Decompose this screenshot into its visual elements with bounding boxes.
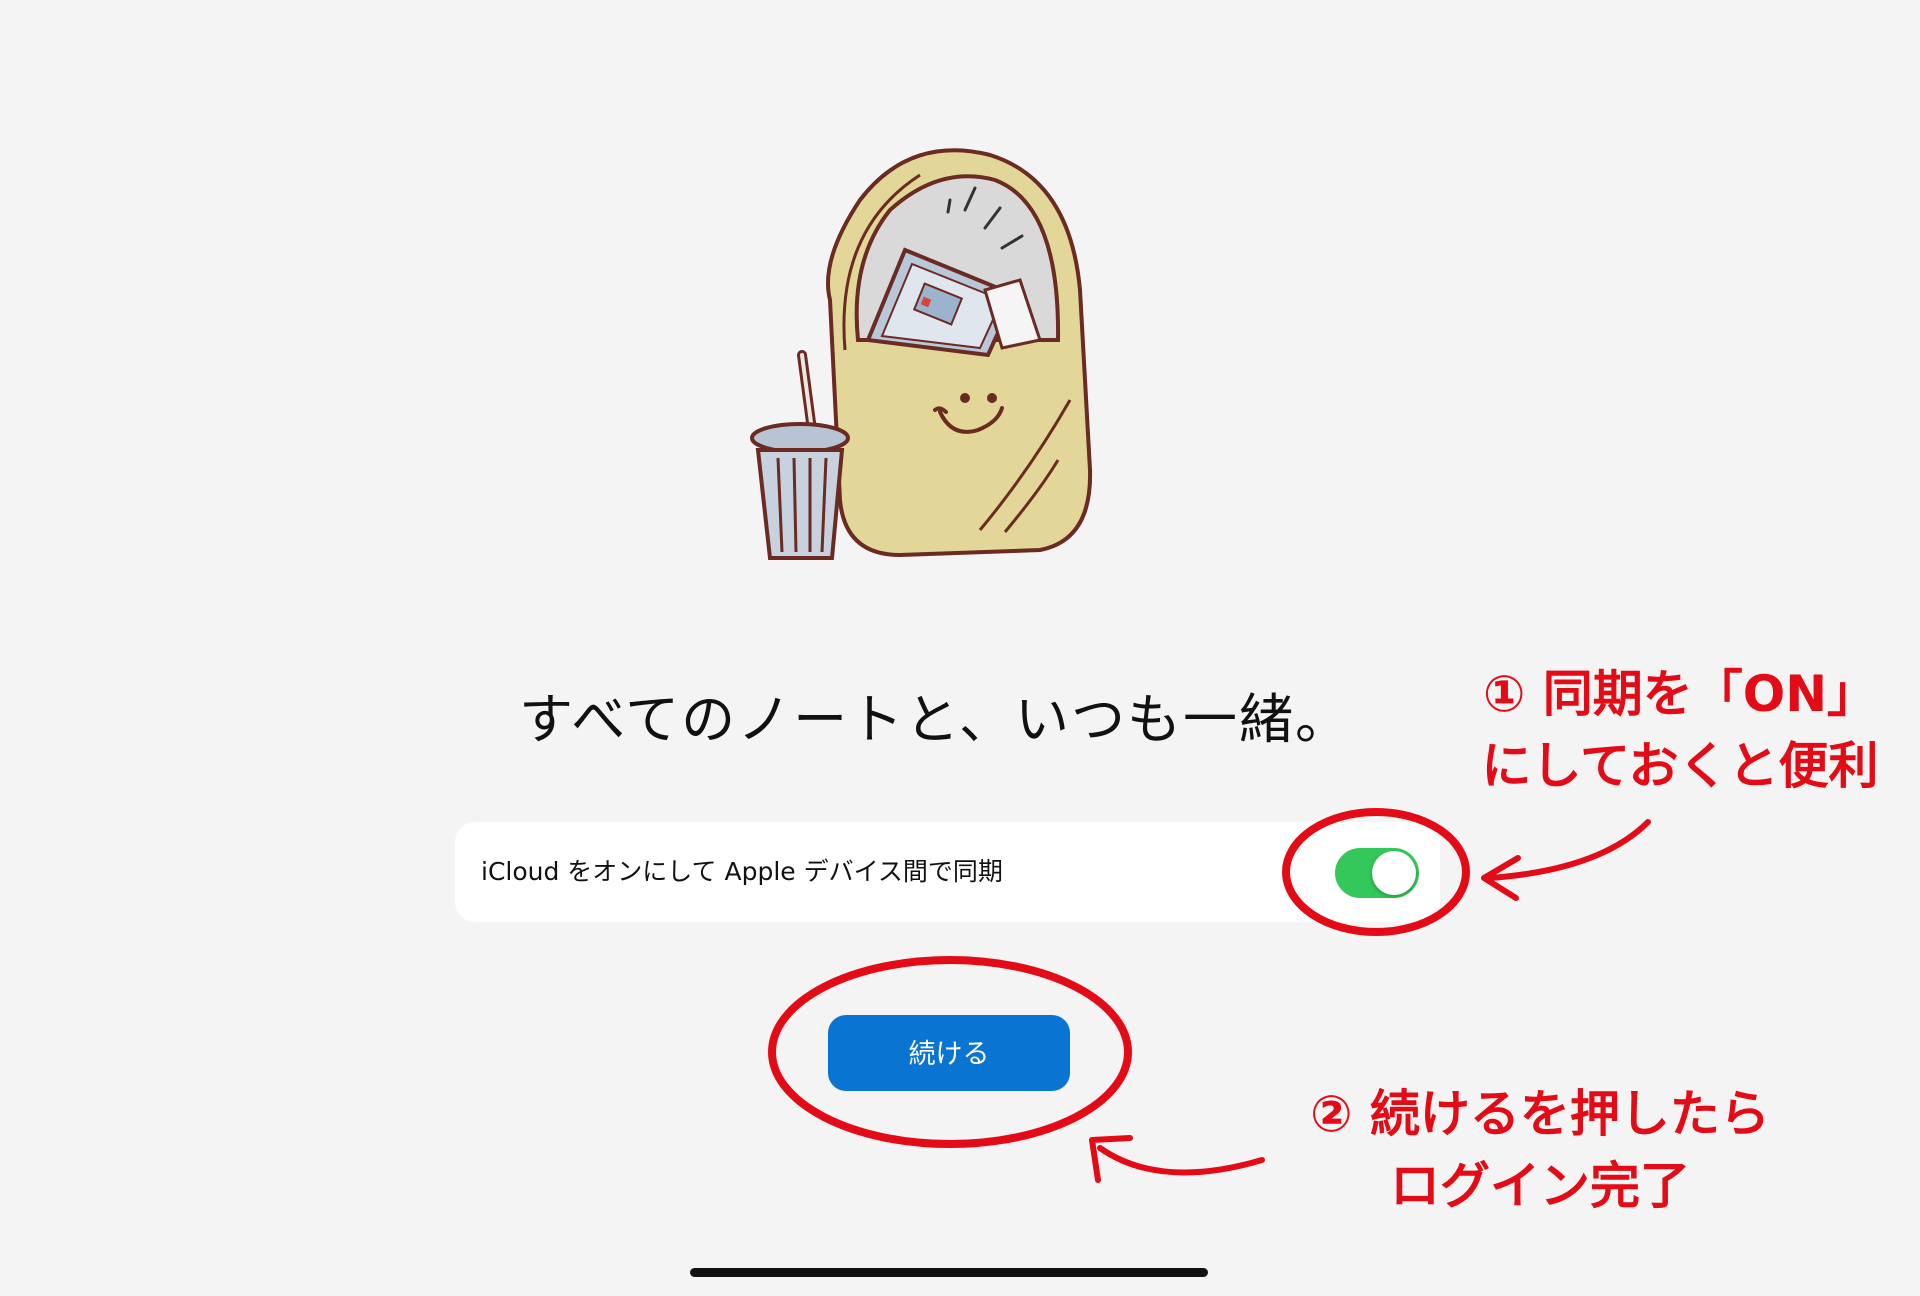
annotation-note-1: ① 同期を「ON」 にしておくと便利 — [1480, 658, 1880, 802]
continue-button[interactable]: 続ける — [828, 1015, 1070, 1091]
tote-bag-illustration — [750, 148, 1093, 560]
icloud-sync-toggle[interactable] — [1335, 848, 1419, 898]
onboarding-screen: すべてのノートと、いつも一緒。 iCloud をオンにして Apple デバイス… — [0, 0, 1920, 1296]
annotation-note-2-line-1: ② 続けるを押したら — [1310, 1085, 1770, 1143]
toggle-knob — [1372, 851, 1416, 895]
annotation-note-2: ② 続けるを押したら ログイン完了 — [1270, 1078, 1810, 1222]
annotation-note-1-line-1: ① 同期を「ON」 — [1482, 665, 1878, 723]
annotation-note-1-line-2: にしておくと便利 — [1481, 737, 1879, 795]
annotation-arrow-1 — [1487, 819, 1651, 881]
icloud-sync-row: iCloud をオンにして Apple デバイス間で同期 — [455, 822, 1440, 922]
annotation-arrow-2 — [1097, 1145, 1265, 1176]
icloud-sync-label: iCloud をオンにして Apple デバイス間で同期 — [481, 857, 1003, 886]
annotation-note-2-line-2: ログイン完了 — [1390, 1157, 1690, 1215]
home-indicator — [690, 1268, 1208, 1277]
